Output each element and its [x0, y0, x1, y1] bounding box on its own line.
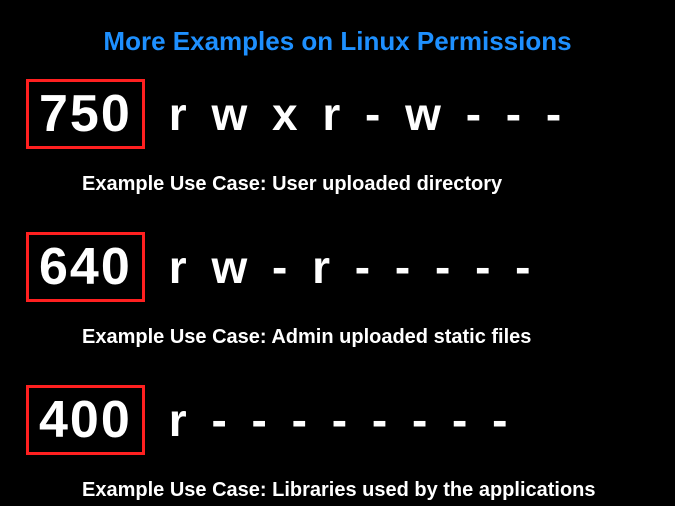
- example-row: 750 r w x r - w - - -: [26, 79, 665, 149]
- octal-box: 640: [26, 232, 145, 302]
- example-block: 750 r w x r - w - - - Example Use Case: …: [26, 79, 665, 196]
- permission-string: r - - - - - - - -: [169, 393, 514, 447]
- octal-value: 750: [39, 84, 132, 144]
- octal-value: 640: [39, 237, 132, 297]
- example-block: 640 r w - r - - - - - Example Use Case: …: [26, 232, 665, 349]
- example-caption: Example Use Case: Libraries used by the …: [82, 479, 665, 502]
- octal-box: 400: [26, 385, 145, 455]
- example-caption: Example Use Case: User uploaded director…: [82, 173, 665, 196]
- permission-string: r w - r - - - - -: [169, 240, 537, 294]
- page-title: More Examples on Linux Permissions: [0, 0, 675, 67]
- example-block: 400 r - - - - - - - - Example Use Case: …: [26, 385, 665, 502]
- permission-string: r w x r - w - - -: [169, 87, 567, 141]
- octal-value: 400: [39, 390, 132, 450]
- octal-box: 750: [26, 79, 145, 149]
- example-row: 400 r - - - - - - - -: [26, 385, 665, 455]
- example-caption: Example Use Case: Admin uploaded static …: [82, 326, 665, 349]
- example-row: 640 r w - r - - - - -: [26, 232, 665, 302]
